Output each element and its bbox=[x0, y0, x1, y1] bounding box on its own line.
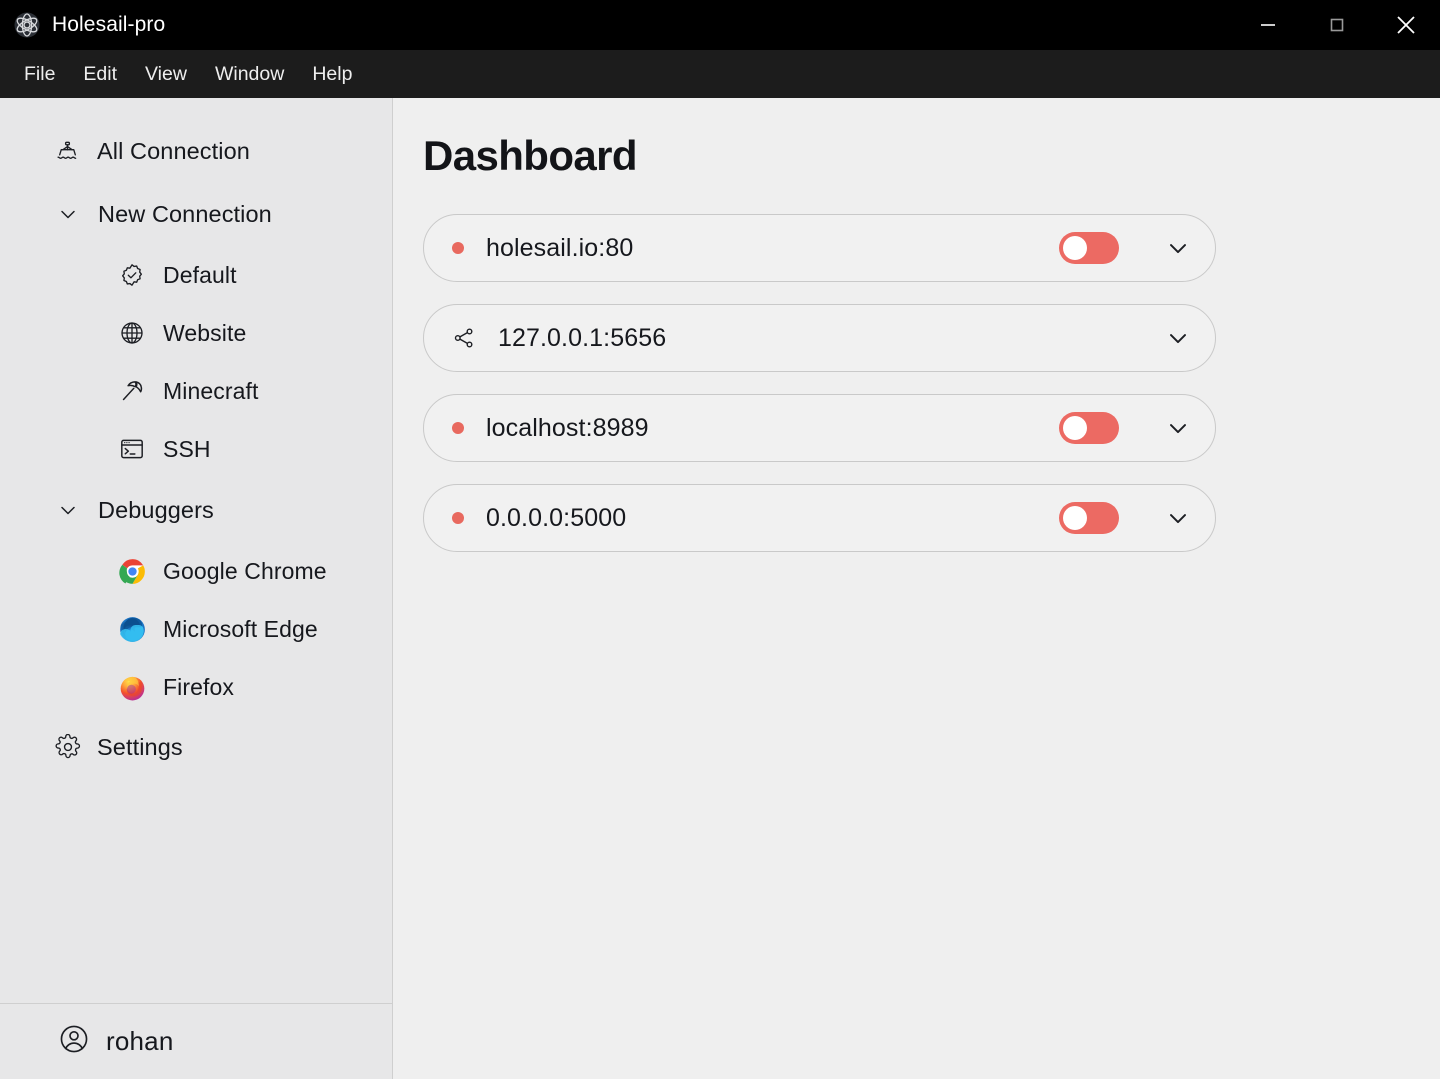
connection-name: 0.0.0.0:5000 bbox=[486, 503, 627, 532]
firefox-icon bbox=[118, 673, 146, 701]
globe-icon bbox=[118, 319, 146, 347]
toggle-knob bbox=[1063, 506, 1087, 530]
toggle-knob bbox=[1063, 416, 1087, 440]
electron-atom-icon bbox=[14, 12, 40, 38]
maximize-button[interactable] bbox=[1302, 0, 1371, 50]
connection-toggle[interactable] bbox=[1059, 412, 1119, 444]
user-circle-icon bbox=[58, 1023, 90, 1060]
chevron-down-icon[interactable] bbox=[1163, 503, 1193, 533]
sidebar-item-label: All Connection bbox=[97, 137, 250, 164]
user-name-label: rohan bbox=[106, 1026, 174, 1056]
connection-card[interactable]: holesail.io:80 bbox=[423, 214, 1216, 282]
sidebar-item-settings[interactable]: Settings bbox=[0, 716, 392, 778]
status-dot bbox=[452, 512, 464, 524]
sidebar: All Connection New Connection Default We… bbox=[0, 98, 393, 1079]
sidebar-item-all-connection[interactable]: All Connection bbox=[0, 120, 392, 182]
sidebar-item-label: SSH bbox=[163, 435, 211, 462]
status-dot bbox=[452, 242, 464, 254]
sidebar-group-label: Debuggers bbox=[98, 496, 214, 523]
menu-bar: File Edit View Window Help bbox=[0, 50, 1440, 98]
chevron-down-icon[interactable] bbox=[1163, 323, 1193, 353]
connection-name: holesail.io:80 bbox=[486, 233, 634, 262]
sidebar-item-label: Microsoft Edge bbox=[163, 615, 318, 642]
app-title: Holesail-pro bbox=[52, 13, 166, 36]
connection-card[interactable]: localhost:8989 bbox=[423, 394, 1216, 462]
sidebar-item-google-chrome[interactable]: Google Chrome bbox=[0, 542, 392, 600]
sidebar-item-label: Settings bbox=[97, 733, 183, 760]
chrome-icon bbox=[118, 557, 146, 585]
terminal-icon bbox=[118, 435, 146, 463]
chevron-down-icon bbox=[56, 498, 80, 522]
sidebar-group-label: New Connection bbox=[98, 200, 272, 227]
connection-name: 127.0.0.1:5656 bbox=[498, 323, 667, 352]
title-bar-left: Holesail-pro bbox=[0, 12, 165, 38]
menu-item-view[interactable]: View bbox=[133, 58, 199, 91]
sidebar-item-label: Google Chrome bbox=[163, 557, 327, 584]
share-icon bbox=[452, 326, 476, 350]
menu-item-edit[interactable]: Edit bbox=[71, 58, 129, 91]
badge-check-icon bbox=[118, 261, 146, 289]
app-window: Holesail-pro File Edit View Window Help … bbox=[0, 0, 1440, 1079]
connection-card[interactable]: 0.0.0.0:5000 bbox=[423, 484, 1216, 552]
sidebar-group-new-connection[interactable]: New Connection bbox=[0, 182, 392, 246]
sidebar-item-minecraft[interactable]: Minecraft bbox=[0, 362, 392, 420]
chevron-down-icon[interactable] bbox=[1163, 233, 1193, 263]
sidebar-nav: All Connection New Connection Default We… bbox=[0, 98, 392, 1003]
sidebar-item-label: Website bbox=[163, 319, 247, 346]
title-bar: Holesail-pro bbox=[0, 0, 1440, 50]
sidebar-group-debuggers[interactable]: Debuggers bbox=[0, 478, 392, 542]
connection-list: holesail.io:80 127.0.0.1:5656 localhost:… bbox=[393, 214, 1440, 552]
pickaxe-icon bbox=[118, 377, 146, 405]
sidebar-item-label: Default bbox=[163, 261, 237, 288]
sidebar-item-default[interactable]: Default bbox=[0, 246, 392, 304]
edge-icon bbox=[118, 615, 146, 643]
chevron-down-icon bbox=[56, 202, 80, 226]
chevron-down-icon[interactable] bbox=[1163, 413, 1193, 443]
menu-item-help[interactable]: Help bbox=[300, 58, 364, 91]
sidebar-item-microsoft-edge[interactable]: Microsoft Edge bbox=[0, 600, 392, 658]
sidebar-item-firefox[interactable]: Firefox bbox=[0, 658, 392, 716]
sidebar-item-ssh[interactable]: SSH bbox=[0, 420, 392, 478]
close-button[interactable] bbox=[1371, 0, 1440, 50]
gear-icon bbox=[54, 734, 81, 761]
body: All Connection New Connection Default We… bbox=[0, 98, 1440, 1079]
minimize-button[interactable] bbox=[1233, 0, 1302, 50]
main-content: Dashboard holesail.io:80 127.0.0.1:5656 … bbox=[393, 98, 1440, 1079]
menu-item-file[interactable]: File bbox=[12, 58, 67, 91]
toggle-knob bbox=[1063, 236, 1087, 260]
sidebar-item-label: Minecraft bbox=[163, 377, 259, 404]
sidebar-user-footer[interactable]: rohan bbox=[0, 1003, 392, 1079]
connection-name: localhost:8989 bbox=[486, 413, 649, 442]
connection-toggle[interactable] bbox=[1059, 232, 1119, 264]
menu-item-window[interactable]: Window bbox=[203, 58, 296, 91]
sidebar-item-label: Firefox bbox=[163, 673, 234, 700]
ship-icon bbox=[54, 138, 81, 165]
connection-card[interactable]: 127.0.0.1:5656 bbox=[423, 304, 1216, 372]
sidebar-item-website[interactable]: Website bbox=[0, 304, 392, 362]
page-title: Dashboard bbox=[423, 132, 638, 179]
connection-toggle[interactable] bbox=[1059, 502, 1119, 534]
window-controls bbox=[1233, 0, 1440, 50]
status-dot bbox=[452, 422, 464, 434]
